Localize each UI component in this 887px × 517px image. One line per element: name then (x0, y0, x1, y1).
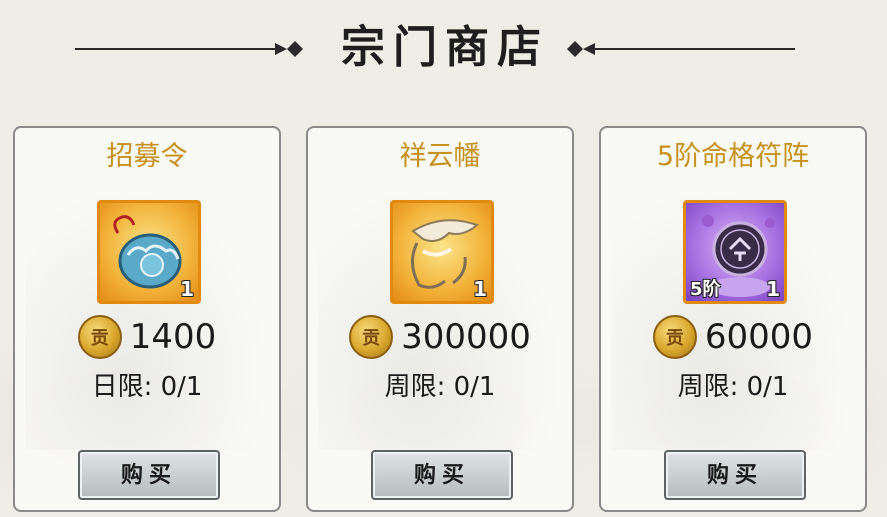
item-name: 5阶命格符阵 (656, 141, 810, 172)
item-price: 300000 (401, 317, 531, 357)
shop-item-card: 5阶命格符阵 5阶 1 贡 60000 周限: 0/1 购买 (599, 126, 867, 512)
item-name: 招募令 (106, 141, 188, 172)
purchase-limit: 周限: 0/1 (384, 372, 496, 402)
recruit-token-icon[interactable]: 1 (97, 200, 201, 304)
buy-button[interactable]: 购买 (371, 450, 513, 500)
item-price: 60000 (704, 317, 814, 357)
shop-item-card: 祥云幡 1 贡 300000 周限: 0/1 购买 (306, 126, 574, 512)
buy-button[interactable]: 购买 (78, 450, 220, 500)
cloud-banner-icon[interactable]: 1 (390, 200, 494, 304)
purchase-limit: 日限: 0/1 (91, 372, 203, 402)
right-ornament-icon (567, 41, 795, 57)
buy-button[interactable]: 购买 (664, 450, 806, 500)
item-name: 祥云幡 (399, 141, 481, 172)
shop-item-card: 招募令 1 贡 1400 日限: 0/1 购买 (13, 126, 281, 512)
price-row: 贡 300000 (308, 314, 572, 360)
item-quantity: 1 (766, 277, 780, 301)
contribution-coin-icon: 贡 (349, 315, 394, 359)
item-price: 1400 (129, 317, 217, 357)
item-quantity: 1 (473, 277, 487, 301)
price-row: 贡 60000 (601, 314, 865, 360)
item-quantity: 1 (180, 277, 194, 301)
fate-array-icon[interactable]: 5阶 1 (683, 200, 787, 304)
tier-badge: 5阶 (690, 279, 721, 300)
shop-header: 宗门商店 (0, 0, 887, 100)
purchase-limit: 周限: 0/1 (677, 372, 789, 402)
contribution-coin-icon: 贡 (652, 315, 697, 359)
price-row: 贡 1400 (15, 314, 279, 360)
page-title: 宗门商店 (341, 22, 549, 73)
left-ornament-icon (75, 41, 303, 57)
contribution-coin-icon: 贡 (77, 315, 122, 359)
